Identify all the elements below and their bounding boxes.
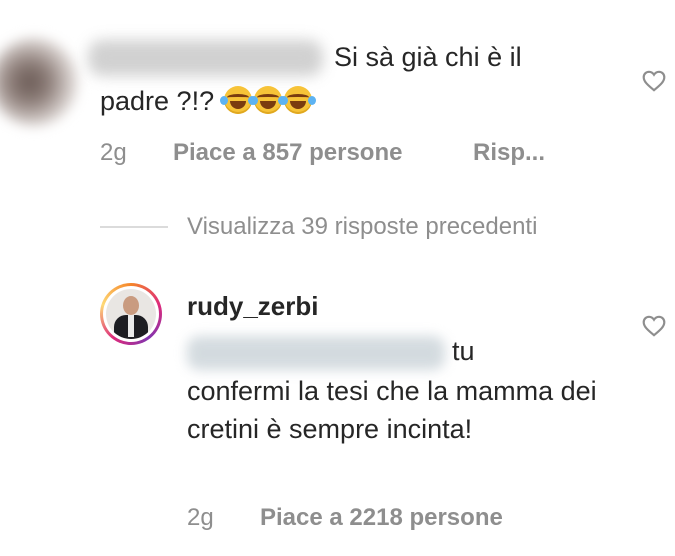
reply-timestamp: 2g <box>187 504 214 531</box>
like-heart-icon[interactable] <box>641 313 667 339</box>
tears-of-joy-emoji-icon <box>279 86 316 114</box>
like-heart-icon[interactable] <box>641 68 667 94</box>
comment-likes-count[interactable]: Piace a 857 persone <box>173 138 402 168</box>
comment-timestamp: 2g <box>100 139 127 166</box>
comment-text-line2-text: padre ?!? <box>100 86 215 116</box>
reply-likes-count[interactable]: Piace a 2218 persone <box>260 503 503 533</box>
avatar-photo <box>106 289 156 339</box>
commenter-avatar-blurred[interactable] <box>0 38 78 126</box>
avatar-head <box>123 296 139 315</box>
reply-button[interactable]: Risp... <box>473 138 545 168</box>
replies-divider-line <box>100 226 168 228</box>
reply-text-body: confermi la tesi che la mamma dei cretin… <box>187 376 597 444</box>
reply-author-avatar[interactable] <box>100 283 162 345</box>
avatar-shirt <box>128 315 134 337</box>
view-previous-replies-link[interactable]: Visualizza 39 risposte precedenti <box>187 212 537 242</box>
comment-text-line1: Si sà già chi è il <box>334 42 522 72</box>
reply-username[interactable]: rudy_zerbi <box>187 290 319 322</box>
comment-text-line2: padre ?!? <box>100 84 316 118</box>
commenter-username-redacted <box>88 40 323 76</box>
tears-of-joy-emoji-icon <box>249 86 286 114</box>
tears-of-joy-emoji-icon <box>219 86 256 114</box>
mentioned-username-redacted <box>187 336 445 370</box>
reply-text-line1: tu <box>452 336 475 366</box>
